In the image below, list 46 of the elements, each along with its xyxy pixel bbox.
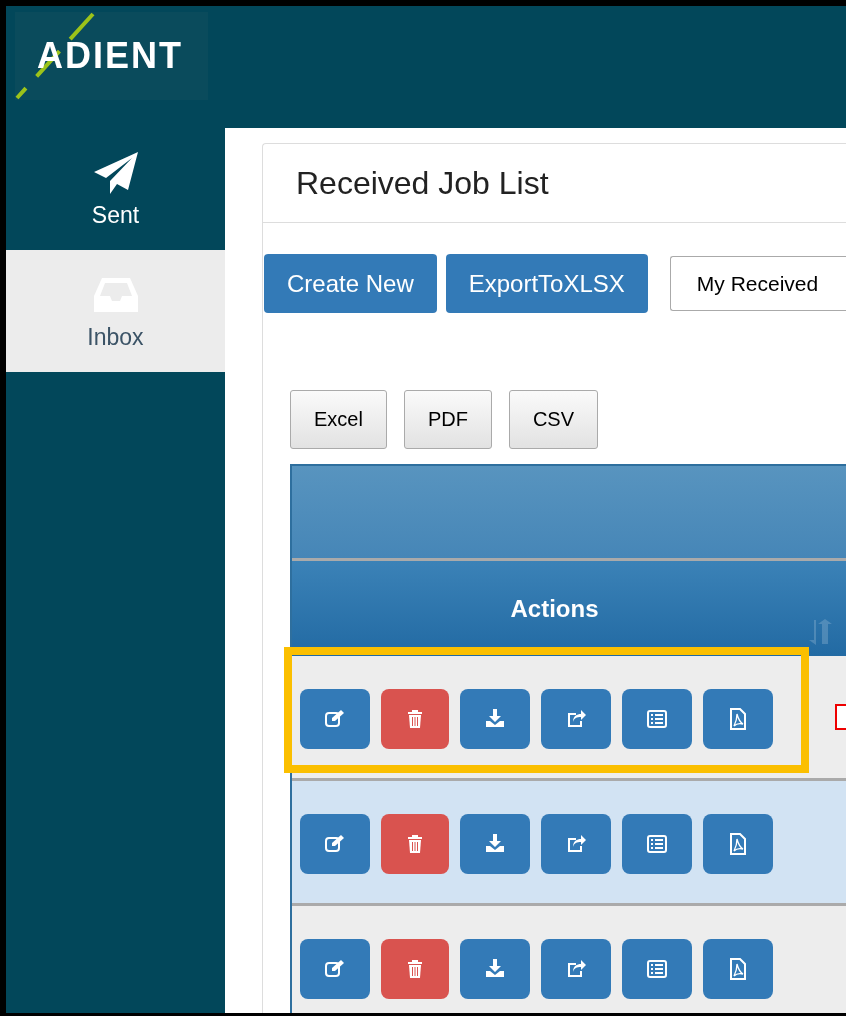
list-button[interactable] [622,814,692,874]
share-icon [565,958,587,980]
edit-button[interactable] [300,689,370,749]
download-icon [484,833,506,855]
delete-button[interactable] [381,814,449,874]
action-button[interactable]: Create New [264,254,437,313]
edit-button[interactable] [300,814,370,874]
list-button[interactable] [622,689,692,749]
pdf-icon [727,708,749,730]
download-button[interactable] [460,689,530,749]
pdf-button[interactable] [703,689,773,749]
delete-button[interactable] [381,939,449,999]
pdf-icon [727,958,749,980]
download-button[interactable] [460,814,530,874]
download-icon [484,708,506,730]
pdf-button[interactable] [703,939,773,999]
pdf-icon [727,833,749,855]
table-row[interactable] [292,656,846,781]
delete-button[interactable] [381,689,449,749]
pdf-button[interactable] [703,814,773,874]
sidebar-item[interactable]: Sent [6,128,225,250]
edit-icon [324,833,346,855]
export-button[interactable]: CSV [508,390,599,449]
list-icon [646,958,668,980]
action-button[interactable]: ExportToXLSX [445,254,648,313]
sidebar-item[interactable]: Inbox [6,250,225,372]
share-icon [565,833,587,855]
list-icon [646,708,668,730]
table-row[interactable] [292,781,846,906]
share-icon [565,708,587,730]
download-icon [484,958,506,980]
share-button[interactable] [541,814,611,874]
edit-icon [324,708,346,730]
logo-text: ADIENT [37,35,183,77]
edit-button[interactable] [300,939,370,999]
panel-title: Received Job List [263,144,846,223]
filter-dropdown[interactable]: My Received [669,256,846,311]
list-icon [646,833,668,855]
table-row[interactable] [292,906,846,1013]
download-button[interactable] [460,939,530,999]
share-button[interactable] [541,939,611,999]
list-button[interactable] [622,939,692,999]
share-button[interactable] [541,689,611,749]
edit-icon [324,958,346,980]
export-button[interactable]: Excel [290,390,387,449]
export-button[interactable]: PDF [403,390,492,449]
